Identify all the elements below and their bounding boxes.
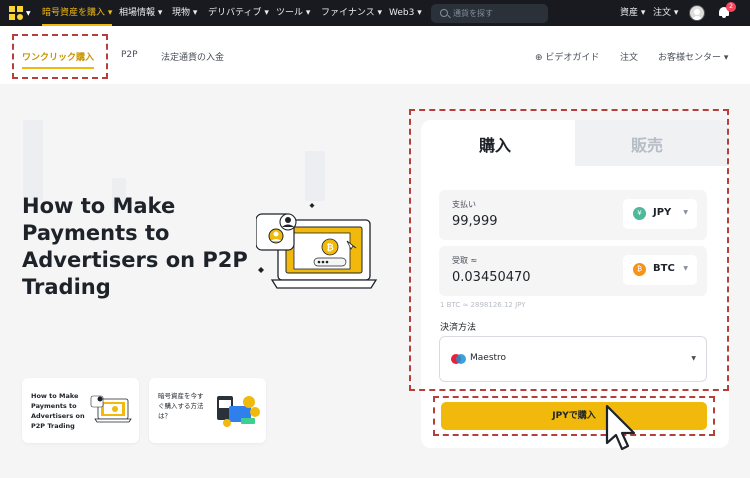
search-icon xyxy=(440,9,448,17)
search-input[interactable]: 通貨を探す xyxy=(431,4,548,23)
sub-navigation: ワンクリック購入 P2P 法定通貨の入金 ⊕ ビデオガイド 注文 お客様センター… xyxy=(0,26,750,84)
crypto-purchase-thumbnail-image xyxy=(217,396,260,427)
article-card-p2p-payments[interactable]: How to Make Payments to Advertisers on P… xyxy=(22,378,139,443)
laptop-thumbnail-image xyxy=(90,395,132,423)
article-card-title: 暗号資産を今す ぐ購入する方法 は？ xyxy=(158,392,204,420)
nav-buy-crypto[interactable]: 暗号資産を購入 ▾ xyxy=(42,0,113,26)
top-navigation-bar: ▼ 暗号資産を購入 ▾ 相場情報 ▾ 現物 ▾ デリバティブ ▾ ツール ▾ フ… xyxy=(0,0,750,26)
mouse-pointer-icon xyxy=(605,404,636,451)
nav-spot[interactable]: 現物 ▾ xyxy=(172,0,197,26)
avatar[interactable] xyxy=(689,5,705,21)
nav-derivatives[interactable]: デリバティブ ▾ xyxy=(208,0,269,26)
nav-orders[interactable]: 注文 ▾ xyxy=(653,0,678,26)
video-guide-link[interactable]: ⊕ ビデオガイド xyxy=(535,50,599,63)
laptop-payment-illustration: ₿ xyxy=(256,203,378,289)
nav-markets[interactable]: 相場情報 ▾ xyxy=(119,0,162,26)
background-decoration xyxy=(305,151,325,201)
svg-text:₿: ₿ xyxy=(326,243,333,254)
tab-p2p[interactable]: P2P xyxy=(121,50,138,60)
annotation-highlight-panel xyxy=(409,109,729,391)
nav-assets[interactable]: 資産 ▾ xyxy=(620,0,645,26)
article-card-title: How to Make Payments to Advertisers on P… xyxy=(31,392,85,430)
nav-web3[interactable]: Web3 ▾ xyxy=(389,0,422,26)
nav-tools[interactable]: ツール ▾ xyxy=(276,0,310,26)
hero-title: How to Make Payments to Advertisers on P… xyxy=(22,194,248,299)
annotation-highlight-tab xyxy=(12,34,108,79)
customer-center-link[interactable]: お客様センター ▾ xyxy=(658,50,728,63)
article-card-buy-crypto-now[interactable]: 暗号資産を今す ぐ購入する方法 は？ xyxy=(149,378,266,443)
annotation-highlight-button xyxy=(433,396,715,436)
background-decoration xyxy=(23,120,43,200)
notification-badge: 2 xyxy=(726,2,736,12)
search-placeholder: 通貨を探す xyxy=(453,9,493,18)
orders-link[interactable]: 注文 xyxy=(620,50,638,63)
tab-fiat-deposit[interactable]: 法定通貨の入金 xyxy=(161,50,224,63)
nav-finance[interactable]: ファイナンス ▾ xyxy=(321,0,382,26)
apps-grid-icon[interactable]: ▼ xyxy=(9,6,31,20)
